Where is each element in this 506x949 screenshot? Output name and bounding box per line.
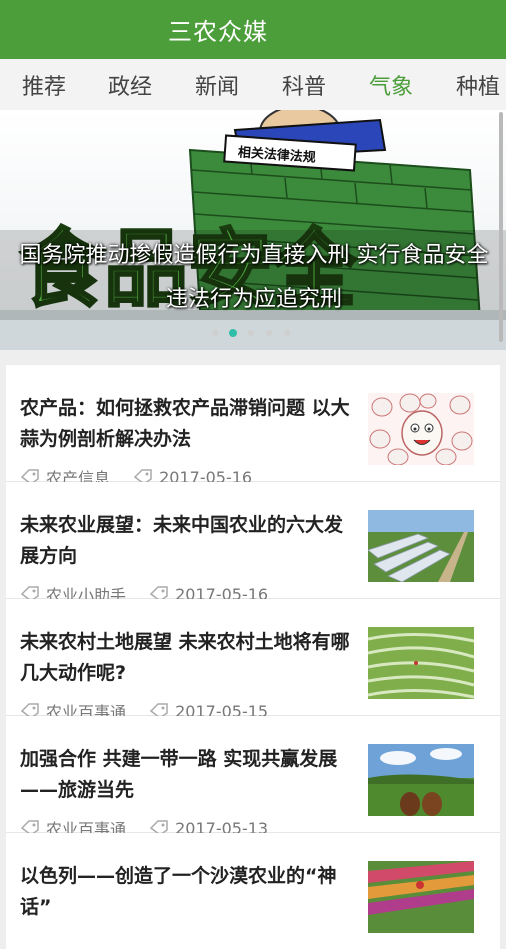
carousel-dot[interactable]	[284, 330, 290, 336]
news-list: 农产品：如何拯救农产品滞销问题 以大蒜为例剖析解决办法 农产信息 2017-05…	[6, 365, 500, 949]
tab-science[interactable]: 科普	[282, 69, 326, 101]
news-item[interactable]: 加强合作 共建一带一路 实现共赢发展——旅游当先 农业百事通 2017-05-1…	[6, 716, 500, 839]
app-bar: 三农众媒	[0, 0, 506, 59]
news-thumbnail-garlic[interactable]	[368, 393, 474, 465]
tab-politics-economy[interactable]: 政经	[108, 69, 152, 101]
tab-recommend[interactable]: 推荐	[22, 69, 66, 101]
carousel-dot[interactable]	[212, 330, 218, 336]
news-thumbnail-flowers[interactable]	[368, 861, 474, 933]
news-title[interactable]: 以色列——创造了一个沙漠农业的“神话”	[20, 861, 360, 923]
news-title[interactable]: 加强合作 共建一带一路 实现共赢发展——旅游当先	[20, 744, 360, 806]
tab-planting[interactable]: 种植	[456, 69, 500, 101]
carousel-dot[interactable]	[248, 330, 254, 336]
banner-caption: 国务院推动掺假造假行为直接入刑 实行食品安全违法行为应追究刑	[19, 243, 489, 312]
news-thumbnail-horses[interactable]	[368, 744, 474, 816]
news-title[interactable]: 未来农业展望：未来中国农业的六大发展方向	[20, 510, 360, 572]
news-title[interactable]: 农产品：如何拯救农产品滞销问题 以大蒜为例剖析解决办法	[20, 393, 360, 455]
news-thumbnail-greenhouse[interactable]	[368, 510, 474, 582]
app-title: 三农众媒	[168, 18, 268, 46]
news-item[interactable]: 以色列——创造了一个沙漠农业的“神话”	[6, 833, 500, 949]
banner-carousel[interactable]: 相关法律法规 食品安全 国务院推动掺假造假行为直接入刑 实行食品安全违法行为应追…	[0, 110, 506, 350]
news-item[interactable]: 农产品：如何拯救农产品滞销问题 以大蒜为例剖析解决办法 农产信息 2017-05…	[6, 365, 500, 488]
carousel-dot[interactable]	[266, 330, 272, 336]
news-item[interactable]: 未来农业展望：未来中国农业的六大发展方向 农业小助手 2017-05-16	[6, 482, 500, 605]
tab-news[interactable]: 新闻	[195, 69, 239, 101]
category-tabs: 推荐 政经 新闻 科普 气象 种植	[0, 59, 506, 111]
news-item[interactable]: 未来农村土地展望 未来农村土地将有哪几大动作呢? 农业百事通 2017-05-1…	[6, 599, 500, 722]
news-title[interactable]: 未来农村土地展望 未来农村土地将有哪几大动作呢?	[20, 627, 360, 689]
news-thumbnail-terraces[interactable]	[368, 627, 474, 699]
tab-weather[interactable]: 气象	[369, 69, 413, 101]
scrollbar[interactable]	[499, 112, 503, 342]
carousel-indicator	[0, 329, 506, 340]
carousel-dot-active[interactable]	[229, 329, 237, 337]
